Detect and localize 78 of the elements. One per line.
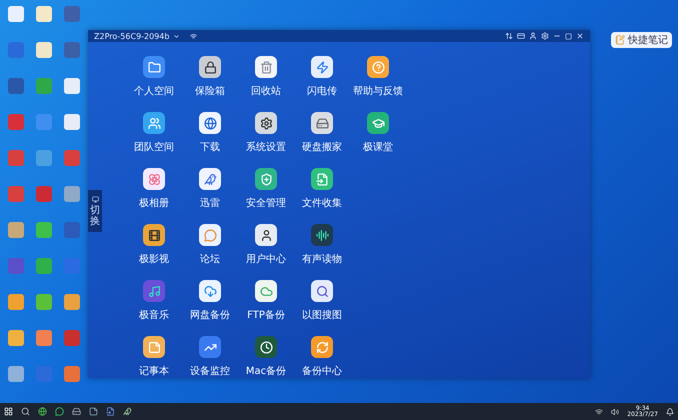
start-icon[interactable] bbox=[4, 407, 13, 416]
disk-app-icon[interactable] bbox=[311, 112, 333, 134]
audio-app-icon[interactable] bbox=[311, 224, 333, 246]
forum-app-icon[interactable] bbox=[199, 224, 221, 246]
app-label: 迅雷 bbox=[200, 196, 220, 210]
download-app-icon[interactable] bbox=[199, 112, 221, 134]
chat-icon[interactable] bbox=[55, 407, 64, 416]
app-label: 极影视 bbox=[139, 252, 169, 266]
help-app-icon[interactable] bbox=[367, 56, 389, 78]
class-app-icon[interactable] bbox=[367, 112, 389, 134]
wifi-icon bbox=[190, 32, 198, 40]
folder-app-icon[interactable] bbox=[143, 56, 165, 78]
desktop-shortcut-icon[interactable] bbox=[8, 6, 24, 22]
bird-app-icon[interactable] bbox=[199, 168, 221, 190]
app-label: 用户中心 bbox=[246, 252, 286, 266]
search-app-icon[interactable] bbox=[311, 280, 333, 302]
side-tab[interactable]: 切换 bbox=[88, 190, 102, 232]
app-label: 设备监控 bbox=[190, 365, 230, 378]
desktop-shortcut-icon[interactable] bbox=[64, 78, 80, 94]
team-app-icon[interactable] bbox=[143, 112, 165, 134]
trash-app-icon[interactable] bbox=[255, 56, 277, 78]
backup-app-icon[interactable] bbox=[311, 336, 333, 358]
security-app-icon[interactable] bbox=[255, 168, 277, 190]
app-label: 备份中心 bbox=[302, 364, 342, 378]
mac-app-icon[interactable] bbox=[255, 336, 277, 358]
app-label: 团队空间 bbox=[134, 140, 174, 154]
collect-app-icon[interactable] bbox=[311, 168, 333, 190]
settings-icon[interactable] bbox=[541, 32, 549, 40]
app-label: 极课堂 bbox=[363, 140, 393, 154]
notes-app-icon[interactable] bbox=[143, 336, 165, 358]
maximize-icon[interactable] bbox=[565, 32, 572, 40]
desktop-shortcut-icon[interactable] bbox=[36, 6, 52, 22]
bird-icon[interactable] bbox=[123, 407, 132, 416]
video-app-icon[interactable] bbox=[143, 224, 165, 246]
app-label: 回收站 bbox=[251, 84, 281, 98]
volume-icon[interactable] bbox=[611, 408, 620, 416]
safe-app-icon[interactable] bbox=[199, 56, 221, 78]
card-icon[interactable] bbox=[517, 32, 525, 40]
user-icon[interactable] bbox=[529, 32, 537, 40]
music-app-icon[interactable] bbox=[143, 280, 165, 302]
app-label: FTP备份 bbox=[247, 309, 285, 322]
app-label: 硬盘搬家 bbox=[302, 140, 342, 154]
transfer-app-icon[interactable] bbox=[311, 56, 333, 78]
app-label: 帮助与反馈 bbox=[353, 84, 403, 98]
sort-icon[interactable] bbox=[505, 32, 513, 40]
app-label: 保险箱 bbox=[195, 85, 225, 98]
notification-icon[interactable] bbox=[666, 408, 674, 416]
cloud-app-icon[interactable] bbox=[199, 280, 221, 302]
network-icon[interactable] bbox=[595, 408, 604, 416]
app-label: 下载 bbox=[200, 140, 220, 154]
desktop-shortcut-icon[interactable] bbox=[36, 42, 52, 58]
ftp-app-icon[interactable] bbox=[255, 280, 277, 302]
app-label: 记事本 bbox=[139, 364, 169, 378]
app-label: 论坛 bbox=[200, 253, 220, 266]
app-label: 闪电传 bbox=[307, 84, 337, 98]
app-label: 个人空间 bbox=[134, 84, 174, 98]
app-label: 安全管理 bbox=[246, 196, 286, 210]
search-icon[interactable] bbox=[21, 407, 30, 416]
app-label: 文件收集 bbox=[302, 196, 342, 210]
app-label: 极相册 bbox=[139, 196, 169, 210]
app-label: 系统设置 bbox=[246, 140, 286, 154]
monitor-icon bbox=[92, 196, 98, 202]
desktop-shortcut-icon[interactable] bbox=[64, 114, 80, 130]
window-title: Z2Pro-56C9-2094b bbox=[94, 32, 170, 40]
app-label: 极音乐 bbox=[139, 308, 169, 322]
app-label: 有声读物 bbox=[302, 252, 342, 266]
monitor-app-icon[interactable] bbox=[199, 336, 221, 358]
chevron-down-icon[interactable] bbox=[173, 32, 180, 40]
app-label: Mac备份 bbox=[246, 365, 286, 378]
app-label: 网盘备份 bbox=[190, 309, 230, 322]
close-icon[interactable] bbox=[576, 32, 584, 40]
photos-app-icon[interactable] bbox=[143, 168, 165, 190]
app-label: 以图搜图 bbox=[302, 308, 342, 322]
document-icon[interactable] bbox=[106, 407, 115, 416]
user-app-icon[interactable] bbox=[255, 224, 277, 246]
side-tab-label: 切换 bbox=[90, 204, 100, 226]
quick-note-button[interactable]: 快捷笔记 bbox=[611, 32, 672, 48]
settings-app-icon[interactable] bbox=[255, 112, 277, 134]
